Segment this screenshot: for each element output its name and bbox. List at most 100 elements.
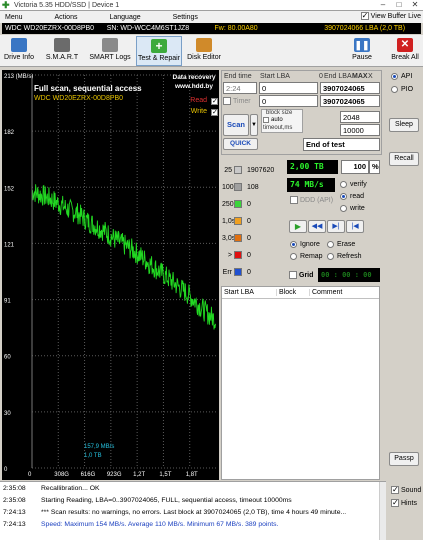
grid-checkbox[interactable]	[289, 271, 297, 279]
log-time: 2:35:08	[3, 485, 26, 492]
refresh-radio[interactable]	[327, 253, 334, 260]
recall-button[interactable]: Recall	[389, 152, 419, 166]
menu-settings[interactable]: Settings	[168, 14, 203, 21]
ignore-option[interactable]: Ignore	[290, 241, 320, 248]
zero-button[interactable]: 0	[319, 73, 323, 80]
rewind-button[interactable]: ◀◀	[308, 220, 326, 233]
sleep-button[interactable]: Sleep	[389, 118, 419, 132]
y-tick-label: 60	[4, 355, 11, 361]
y-tick-label: 152	[4, 186, 15, 192]
max-button[interactable]: MAX	[352, 73, 368, 80]
timer-input[interactable]: 0	[259, 95, 318, 107]
step-forward-button[interactable]: ▶|	[327, 220, 345, 233]
ddd-api-toggle[interactable]: DDD (API)	[290, 196, 333, 204]
watermark-line1: Data recovery	[172, 74, 216, 81]
auto-toggle[interactable]: auto	[263, 117, 283, 123]
view-buffer-live-toggle[interactable]: View Buffer Live	[360, 11, 421, 20]
break-all-label: Break All	[391, 54, 419, 61]
verify-option[interactable]: verify	[340, 181, 367, 188]
block-swatch-250	[234, 200, 242, 208]
api-radio[interactable]	[391, 73, 398, 80]
pio-option[interactable]: PIO	[391, 86, 413, 93]
close-button[interactable]: ✕	[407, 0, 423, 10]
block-swatch-25	[234, 166, 242, 174]
menu-language[interactable]: Language	[104, 14, 145, 21]
end-of-test-select[interactable]: End of test	[303, 138, 380, 151]
menu-menu[interactable]: Menu	[0, 14, 28, 21]
remap-option[interactable]: Remap	[290, 253, 323, 260]
quick-button[interactable]: QUICK	[223, 138, 258, 150]
end-time-input[interactable]: 2:24	[223, 82, 257, 94]
read-option[interactable]: read	[340, 193, 364, 200]
ddd-api-checkbox[interactable]	[290, 196, 298, 204]
block-label-3s: 3,0s	[222, 234, 236, 242]
scan-dropdown-button[interactable]: ▼	[250, 114, 258, 136]
watermark-line2: www.hdd.by	[174, 83, 214, 90]
timeout-select[interactable]: 10000	[340, 124, 380, 136]
col-comment[interactable]: Comment	[310, 289, 379, 296]
api-option[interactable]: API	[391, 73, 412, 80]
ignore-label: Ignore	[300, 241, 320, 248]
log-message: Starting Reading, LBA=0..3907024065, FUL…	[41, 497, 292, 504]
verify-radio[interactable]	[340, 181, 347, 188]
pio-radio[interactable]	[391, 86, 398, 93]
write-legend-checkbox[interactable]: ✓	[211, 109, 218, 116]
pause-button[interactable]: ❚❚ Pause	[348, 36, 376, 66]
erase-radio[interactable]	[327, 241, 334, 248]
hints-label: Hints	[401, 499, 417, 507]
current-lba-input[interactable]: 3907024065	[320, 95, 380, 107]
view-buffer-live-checkbox[interactable]	[360, 11, 369, 20]
read-radio[interactable]	[340, 193, 347, 200]
menu-actions[interactable]: Actions	[50, 14, 83, 21]
smart-label: S.M.A.R.T	[45, 54, 79, 61]
speed-display: 74 MB/s	[287, 178, 335, 192]
log-scrollbar[interactable]	[379, 482, 386, 540]
start-lba-input[interactable]: 0	[259, 82, 318, 94]
log-panel[interactable]: 2:35:08 Recallibration... OK 2:35:08 Sta…	[0, 481, 386, 540]
sound-toggle[interactable]: Sound	[391, 485, 421, 494]
remap-radio[interactable]	[290, 253, 297, 260]
smart-button[interactable]: S.M.A.R.T	[43, 36, 81, 66]
hints-checkbox[interactable]	[391, 498, 399, 507]
block-row-25: 25 1907620	[222, 164, 274, 176]
block-label-gt: >	[227, 251, 232, 259]
percent-display: 100	[341, 160, 369, 174]
scan-button[interactable]: Scan	[223, 114, 249, 136]
block-row-gt: > 0	[222, 249, 251, 261]
hints-toggle[interactable]: Hints	[391, 498, 417, 507]
block-size-select[interactable]: 2048	[340, 111, 380, 123]
y-tick-label: 121	[4, 242, 15, 248]
smart-logs-button[interactable]: SMART Logs	[88, 36, 132, 66]
passp-button[interactable]: Passp	[389, 452, 419, 466]
block-row-err: Err 0	[222, 266, 251, 278]
erase-option[interactable]: Erase	[327, 241, 355, 248]
timer-checkbox[interactable]	[223, 97, 231, 105]
write-option[interactable]: write	[340, 205, 365, 212]
step-back-button[interactable]: |◀	[346, 220, 364, 233]
drive-info-button[interactable]: Drive Info	[2, 36, 36, 66]
end-lba-input[interactable]: 3907024065	[320, 82, 380, 94]
sound-checkbox[interactable]	[391, 485, 399, 494]
auto-checkbox[interactable]	[263, 117, 269, 123]
read-legend-checkbox[interactable]: ✓	[211, 98, 218, 105]
refresh-option[interactable]: Refresh	[327, 253, 362, 260]
play-button[interactable]: ▶	[289, 220, 307, 233]
block-count-250: 0	[247, 200, 251, 208]
timer-toggle[interactable]: Timer	[223, 97, 251, 105]
x-button[interactable]: X	[368, 73, 373, 80]
maximize-button[interactable]: □	[391, 0, 407, 10]
erase-label: Erase	[337, 241, 356, 248]
grid-toggle[interactable]: Grid	[289, 271, 313, 279]
disk-editor-label: Disk Editor	[187, 54, 221, 61]
col-block[interactable]: Block	[277, 289, 310, 296]
minimize-button[interactable]: –	[375, 0, 391, 10]
break-all-button[interactable]: ✕ Break All	[388, 36, 422, 66]
test-repair-button[interactable]: + Test & Repair	[136, 36, 182, 66]
defect-table[interactable]: Start LBA Block Comment	[221, 286, 380, 480]
ignore-radio[interactable]	[290, 241, 297, 248]
disk-editor-button[interactable]: Disk Editor	[186, 36, 222, 66]
col-start-lba[interactable]: Start LBA	[222, 289, 277, 296]
speed-graph[interactable]: 213 (MB/s) 182 152 121 91 60 30 0 0 308G 616G 923G 1…	[2, 70, 219, 480]
write-radio[interactable]	[340, 205, 347, 212]
view-buffer-live-label: View Buffer Live	[370, 12, 421, 20]
